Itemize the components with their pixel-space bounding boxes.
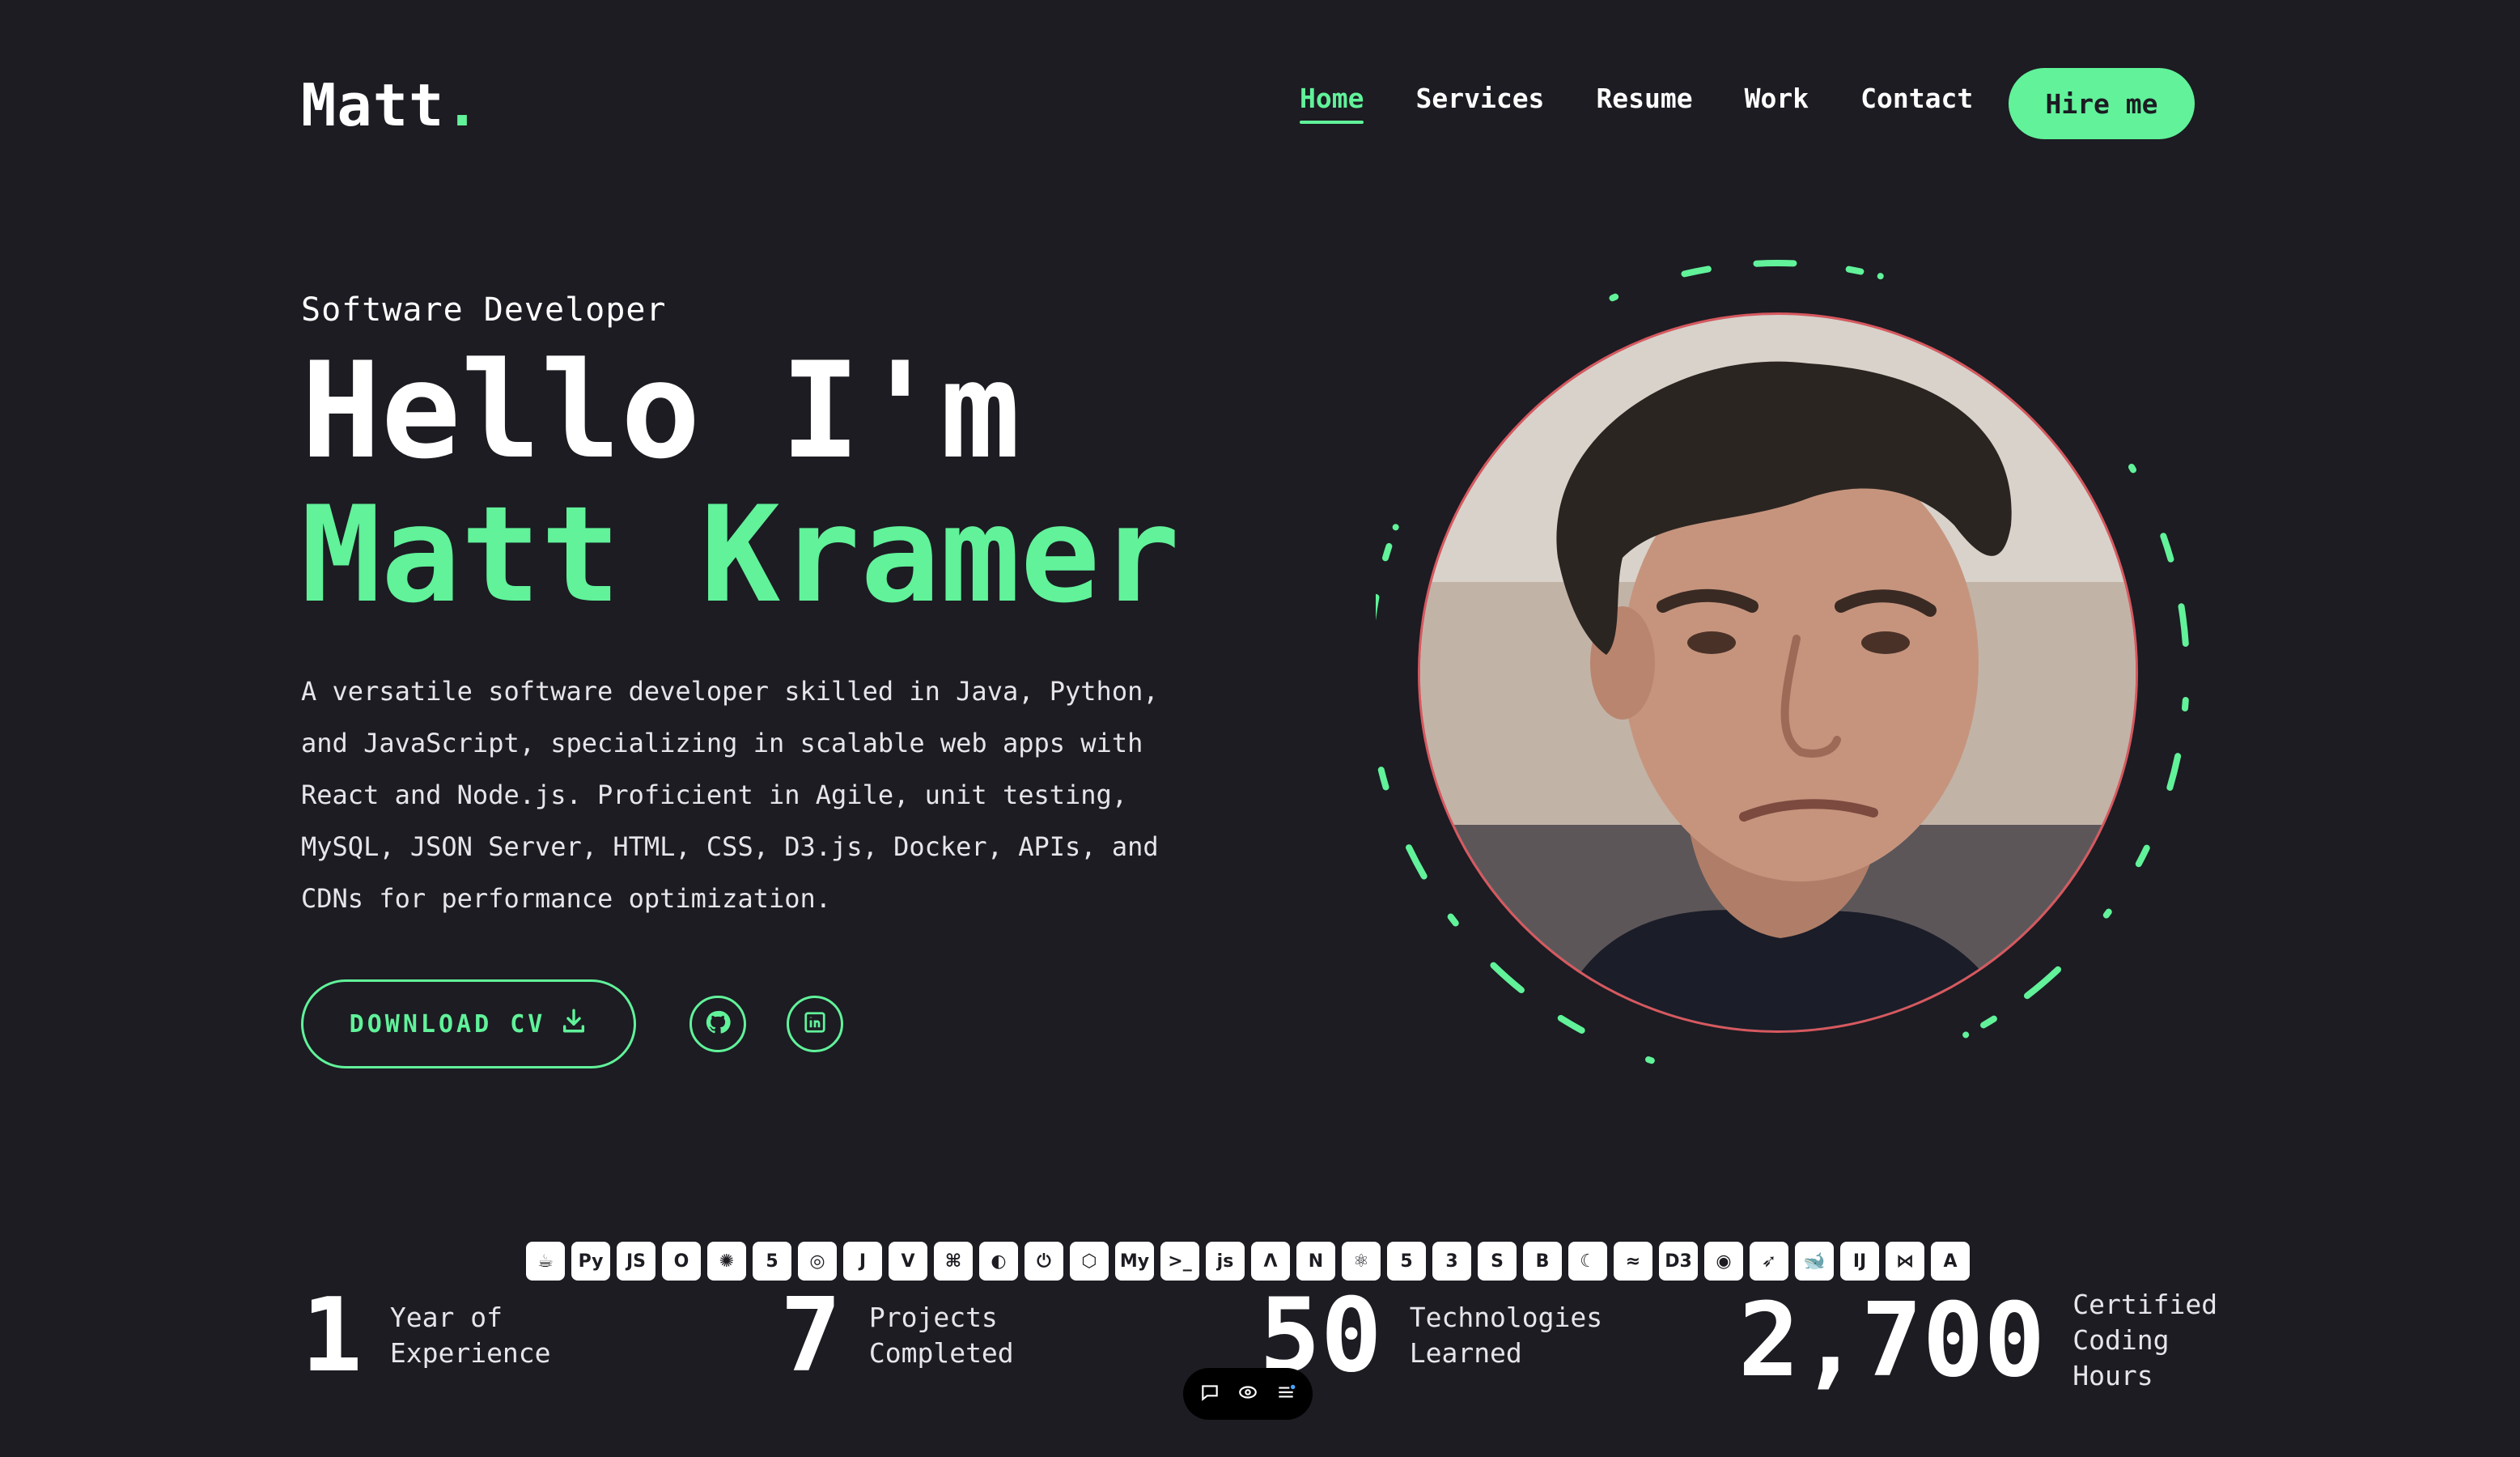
download-icon — [560, 1007, 588, 1041]
github-link[interactable] — [689, 996, 746, 1052]
nav-work[interactable]: Work — [1745, 83, 1809, 124]
stat-value: 2,700 — [1738, 1281, 2046, 1400]
css3-icon: 3 — [1432, 1242, 1471, 1281]
nav-home[interactable]: Home — [1300, 83, 1364, 124]
html5-icon: 5 — [1387, 1242, 1426, 1281]
profile-photo — [1418, 312, 2138, 1033]
hero-role: Software Developer — [301, 291, 667, 329]
logo-dot: . — [444, 71, 481, 139]
bootstrap-icon: B — [1523, 1242, 1562, 1281]
stat-coding-hours: 2,700 Certified Coding Hours — [1738, 1284, 2217, 1397]
logo-text: Matt — [301, 71, 445, 139]
stat-projects: 7 Projects Completed — [780, 1279, 1014, 1392]
preview-button[interactable] — [1232, 1378, 1264, 1410]
stat-technologies: 50 Technologies Learned — [1259, 1279, 1602, 1392]
opera-icon: O — [662, 1242, 701, 1281]
vscode-icon: ⋈ — [1886, 1242, 1924, 1281]
stat-label-line: Projects — [868, 1302, 998, 1333]
nav-resume[interactable]: Resume — [1596, 83, 1692, 124]
stat-label-line: Certified — [2072, 1289, 2218, 1320]
android-icon: A — [1931, 1242, 1970, 1281]
github-icon: ◉ — [1704, 1242, 1743, 1281]
mysql-icon: My — [1115, 1242, 1154, 1281]
hire-me-button[interactable]: Hire me — [2009, 68, 2195, 139]
stat-label-line: Experience — [389, 1337, 551, 1369]
eye-icon — [1237, 1382, 1258, 1406]
nextjs-icon: N — [1296, 1242, 1335, 1281]
stat-label: Technologies Learned — [1410, 1300, 1602, 1371]
jest-icon: J — [843, 1242, 882, 1281]
vuetify-icon: V — [889, 1242, 927, 1281]
power-icon: ⏻ — [1025, 1242, 1063, 1281]
tailwind-icon: ≈ — [1614, 1242, 1652, 1281]
arch-icon: Λ — [1251, 1242, 1290, 1281]
chromium-icon: ◎ — [798, 1242, 837, 1281]
stat-value: 7 — [780, 1276, 842, 1395]
menu-button[interactable] — [1270, 1378, 1302, 1410]
stat-label-line: Technologies — [1409, 1302, 1603, 1333]
comment-icon — [1199, 1382, 1220, 1406]
stat-label: Projects Completed — [869, 1300, 1014, 1371]
stat-label: Certified Coding Hours — [2072, 1287, 2217, 1394]
nav-services[interactable]: Services — [1415, 83, 1544, 124]
hero-bio: A versatile software developer skilled i… — [301, 676, 1159, 914]
hero-name: Matt Kramer — [301, 478, 1181, 632]
openai-icon: ✺ — [707, 1242, 746, 1281]
site-logo[interactable]: Matt. — [301, 71, 481, 139]
intellij-icon: IJ — [1840, 1242, 1879, 1281]
stat-label-line: Hours — [2072, 1360, 2153, 1391]
terminal-icon: >_ — [1160, 1242, 1199, 1281]
stat-label-line: Coding — [2072, 1324, 2170, 1356]
python-icon: Py — [571, 1242, 610, 1281]
stat-value: 1 — [301, 1276, 363, 1395]
nodejs-icon: js — [1206, 1242, 1245, 1281]
download-cv-button[interactable]: DOWNLOAD CV — [301, 979, 636, 1068]
html5-badge-icon: 5 — [753, 1242, 791, 1281]
postman-icon: ➶ — [1750, 1242, 1788, 1281]
react-icon: ⚛ — [1342, 1242, 1381, 1281]
stat-label-line: Year of — [389, 1302, 503, 1333]
download-cv-label: DOWNLOAD CV — [349, 1009, 546, 1039]
kubernetes-icon: ⌘ — [934, 1242, 973, 1281]
comment-button[interactable] — [1194, 1378, 1226, 1410]
stat-label-line: Learned — [1409, 1337, 1522, 1369]
menu-icon — [1275, 1382, 1296, 1406]
main-nav: Home Services Resume Work Contact — [1300, 83, 1973, 124]
java-icon: ☕ — [526, 1242, 565, 1281]
stat-label: Year of Experience — [390, 1300, 551, 1371]
floating-toolbar — [1183, 1368, 1313, 1420]
hero-greeting: Hello I'm — [301, 333, 1020, 488]
stat-experience: 1 Year of Experience — [301, 1279, 551, 1392]
codesandbox-icon: ⬡ — [1070, 1242, 1109, 1281]
tech-icon-strip: ☕ Py JS O ✺ 5 ◎ J V ⌘ ◐ ⏻ ⬡ My >_ js Λ N ⚛ 5 3 S B ☾ ≈ D3 ◉ ➶ 🐋 IJ ⋈ A — [526, 1242, 1970, 1281]
docker-icon: 🐋 — [1795, 1242, 1834, 1281]
moon-icon: ☾ — [1568, 1242, 1607, 1281]
javascript-icon: JS — [617, 1242, 655, 1281]
stat-label-line: Completed — [868, 1337, 1014, 1369]
linkedin-icon — [803, 1010, 827, 1038]
d3-icon: D3 — [1659, 1242, 1698, 1281]
github-icon — [705, 1009, 731, 1039]
nav-contact[interactable]: Contact — [1860, 83, 1973, 124]
profile-portrait-image — [1420, 315, 2136, 1030]
pwa-icon: ◐ — [979, 1242, 1018, 1281]
sass-icon: S — [1478, 1242, 1517, 1281]
linkedin-link[interactable] — [787, 996, 843, 1052]
